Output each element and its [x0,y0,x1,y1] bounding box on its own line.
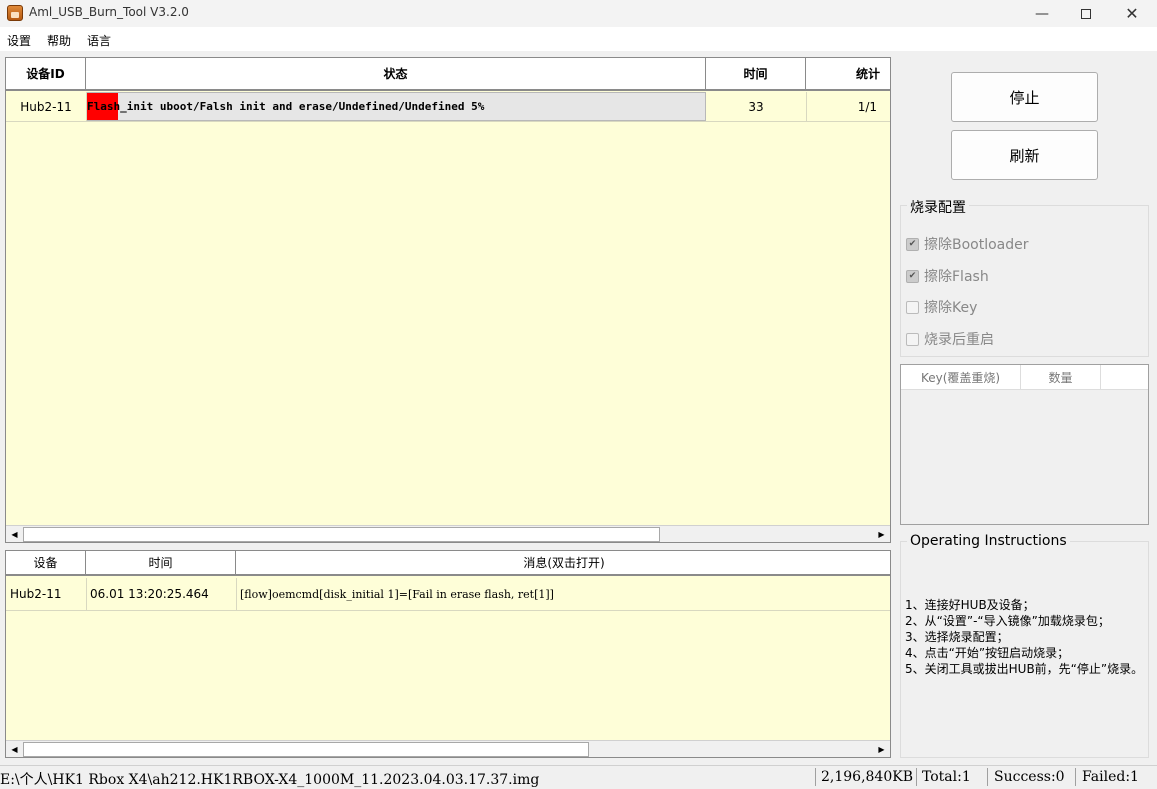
success-count: Success:0 [994,769,1065,785]
title-bar[interactable]: Aml_USB_Burn_Tool V3.2.0 — ✕ [0,0,1157,27]
status-text: Flash_init uboot/Falsh init and erase/Un… [87,100,485,113]
checkbox-erase-bootloader[interactable]: ✔ 擦除Bootloader [906,234,1029,254]
checkbox-erase-flash[interactable]: ✔ 擦除Flash [906,266,989,286]
column-header-device-id[interactable]: 设备ID [6,58,86,91]
instruction-line: 4、点击“开始”按钮启动烧录； [905,646,1070,660]
menu-bar: 设置 帮助 语言 [0,27,1157,51]
status-bar: E:\个人\HK1 Rbox X4\ah212.HK1RBOX-X4_1000M… [0,765,1157,788]
scroll-left-icon[interactable]: ◀ [6,526,23,542]
checkbox-unchecked-icon [906,332,919,346]
log-message-cell: [flow]oemcmd[disk_initial 1]=[Fail in er… [240,587,554,601]
column-header-device[interactable]: 设备 [6,551,86,576]
menu-settings[interactable]: 设置 [7,32,31,49]
burn-config-title: 烧录配置 [907,197,969,217]
column-header-log-time[interactable]: 时间 [86,551,236,576]
failed-count: Failed:1 [1082,769,1139,785]
column-header-key[interactable]: Key(覆盖重烧) [901,365,1021,390]
instruction-line: 1、连接好HUB及设备； [905,598,1035,612]
log-horizontal-scrollbar[interactable]: ◀ ▶ [6,740,890,757]
scroll-right-icon[interactable]: ▶ [873,741,890,757]
log-table[interactable]: 设备 时间 消息(双击打开) Hub2-11 06.01 13:20:25.46… [5,550,891,758]
column-header-stats[interactable]: 统计 [806,58,890,91]
maximize-icon [1081,8,1091,19]
stop-button[interactable]: 停止 [951,72,1098,122]
scroll-thumb[interactable] [23,527,660,542]
refresh-button[interactable]: 刷新 [951,130,1098,180]
checkbox-label: 擦除Flash [924,269,989,285]
instruction-line: 5、关闭工具或拔出HUB前，先“停止”烧录。 [905,662,1144,676]
key-table[interactable]: Key(覆盖重烧) 数量 [900,364,1149,525]
image-size: 2,196,840KB [821,769,913,785]
menu-help[interactable]: 帮助 [47,32,71,49]
instructions-title: Operating Instructions [907,533,1070,549]
column-header-message[interactable]: 消息(双击打开) [236,551,890,576]
log-time-cell: 06.01 13:20:25.464 [90,587,209,601]
checkbox-checked-icon: ✔ [906,237,919,251]
instructions-text: 1、连接好HUB及设备； 2、从“设置”-“导入镜像”加载烧录包； 3、选择烧录… [905,597,1145,677]
instruction-line: 2、从“设置”-“导入镜像”加载烧录包； [905,614,1110,628]
checkbox-label: 烧录后重启 [924,332,994,348]
column-header-empty [1101,365,1148,390]
window-title: Aml_USB_Burn_Tool V3.2.0 [29,5,189,19]
close-icon: ✕ [1125,4,1139,23]
checkbox-label: 擦除Key [924,300,978,316]
checkbox-label: 擦除Bootloader [924,237,1029,253]
close-button[interactable]: ✕ [1109,0,1155,27]
instruction-line: 3、选择烧录配置； [905,630,1009,644]
column-header-time[interactable]: 时间 [706,58,806,91]
checkbox-unchecked-icon [906,300,919,314]
horizontal-scrollbar[interactable]: ◀ ▶ [6,525,890,542]
total-count: Total:1 [922,769,971,785]
log-device-cell: Hub2-11 [10,587,62,601]
column-header-status[interactable]: 状态 [86,58,706,91]
device-table[interactable]: 设备ID 状态 时间 统计 Hub2-11 Flash_init uboot/F… [5,57,891,543]
minimize-icon: — [1035,5,1049,22]
app-icon [7,5,23,21]
checkbox-erase-key[interactable]: 擦除Key [906,297,977,317]
device-id-cell: Hub2-11 [20,99,72,114]
checkbox-checked-icon: ✔ [906,269,919,283]
checkbox-reboot-after-burn[interactable]: 烧录后重启 [906,329,994,349]
minimize-button[interactable]: — [1019,0,1065,27]
stats-cell: 1/1 [857,99,877,114]
scroll-left-icon[interactable]: ◀ [6,741,23,757]
status-progress-bar: Flash_init uboot/Falsh init and erase/Un… [86,92,706,121]
maximize-button[interactable] [1063,0,1109,27]
time-cell: 33 [748,99,764,114]
menu-language[interactable]: 语言 [87,32,111,49]
column-header-count[interactable]: 数量 [1021,365,1101,390]
image-path: E:\个人\HK1 Rbox X4\ah212.HK1RBOX-X4_1000M… [0,772,540,788]
scroll-right-icon[interactable]: ▶ [873,526,890,542]
scroll-thumb[interactable] [23,742,589,757]
